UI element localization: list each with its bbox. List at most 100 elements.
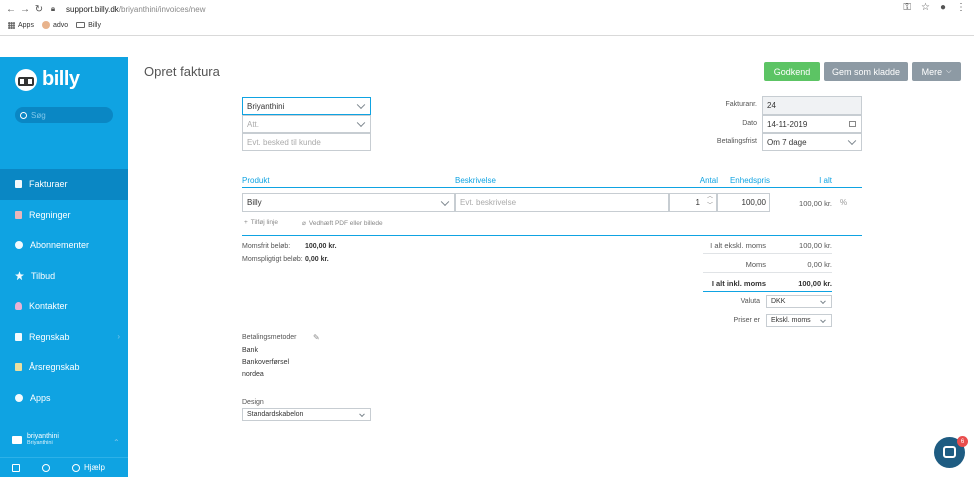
qty-stepper[interactable]: ︿ ﹀ (704, 193, 716, 212)
avatar-icon (41, 21, 50, 29)
back-icon[interactable]: ← (4, 4, 18, 15)
url-path: /briyanthini/invoices/new (118, 4, 206, 14)
col-qty: Antal (699, 176, 718, 185)
more-button[interactable]: Mere ⌵ (912, 62, 961, 81)
sidebar-item-tilbud[interactable]: Tilbud (0, 261, 128, 292)
sidebar-item-label: Apps (30, 392, 51, 403)
key-icon[interactable]: ⚿ (903, 2, 911, 13)
organization-icon (12, 435, 22, 444)
vat-free-value: 100,00 kr. (305, 243, 337, 250)
add-line-link[interactable]: + Tilføj linje (244, 219, 278, 226)
design-label: Design (242, 399, 264, 406)
col-unit-price: Enhedspris (729, 176, 770, 185)
prices-value: Ekskl. moms (771, 317, 811, 324)
bill-icon (15, 210, 22, 219)
discount-button[interactable]: % (840, 198, 847, 207)
sidebar: billy Søg Fakturaer Regninger Abonnement… (0, 57, 128, 477)
sidebar-item-abonnementer[interactable]: Abonnementer (0, 230, 128, 261)
payment-method-item: nordea (242, 371, 264, 378)
sidebar-item-label: Fakturaer (29, 179, 68, 190)
calendar-icon[interactable] (849, 121, 856, 127)
user-org: Briyanthini (27, 440, 53, 446)
currency-value: DKK (771, 298, 786, 305)
user-switcher[interactable]: briyanthini Briyanthini (12, 433, 59, 446)
star-icon[interactable]: ☆ (921, 2, 930, 13)
approve-button[interactable]: Godkend (764, 62, 820, 81)
description-field[interactable]: Evt. beskrivelse (455, 193, 669, 212)
contact-icon (15, 302, 22, 311)
att-placeholder: Att. (247, 119, 260, 129)
edit-icon[interactable]: ✎ (313, 333, 320, 342)
search-icon (20, 111, 27, 119)
currency-select[interactable]: DKK (766, 295, 832, 308)
bookmark-advo[interactable]: advo (41, 21, 68, 29)
sidebar-item-label: Årsregnskab (29, 362, 80, 373)
terms-select[interactable]: Om 7 dage (762, 133, 862, 151)
bookmark-apps[interactable]: Apps (8, 21, 34, 29)
prices-label: Priser er (733, 317, 760, 324)
customer-select[interactable]: Briyanthini (242, 97, 371, 115)
sidebar-item-regninger[interactable]: Regninger (0, 200, 128, 231)
stepper-down-icon[interactable]: ﹀ (704, 202, 716, 211)
search-input[interactable]: Søg (15, 107, 113, 123)
sidebar-item-label: Regninger (29, 209, 71, 220)
date-field[interactable]: 14-11-2019 (762, 115, 862, 133)
invoice-no-field[interactable]: 24 (762, 96, 862, 115)
help-link[interactable]: Hjælp (84, 463, 105, 472)
bookmark-billy[interactable]: Billy (76, 22, 101, 29)
excl-label: I alt ekskl. moms (710, 241, 766, 250)
globe-icon (15, 241, 23, 250)
stepper-up-icon[interactable]: ︿ (704, 193, 716, 202)
chevron-down-icon (847, 136, 857, 146)
message-field[interactable]: Evt. besked til kunde (242, 133, 371, 151)
attach-link[interactable]: ⌀ Vedhæft PDF eller billede (302, 219, 383, 228)
sidebar-item-regnskab[interactable]: Regnskab › (0, 322, 128, 353)
sidebar-item-aarsregnskab[interactable]: Årsregnskab (0, 352, 128, 383)
logout-icon[interactable] (12, 463, 20, 472)
product-value: Billy (247, 198, 262, 207)
customer-value: Briyanthini (247, 101, 285, 111)
chevron-down-icon (820, 316, 826, 323)
lock-icon: 🔒︎ (50, 4, 56, 13)
billy-logo[interactable]: billy (15, 68, 80, 91)
header-divider (242, 187, 862, 188)
billy-face-icon (15, 68, 37, 91)
att-select[interactable]: Att. (242, 115, 371, 133)
sidebar-item-apps[interactable]: Apps (0, 383, 128, 414)
design-select[interactable]: Standardskabelon (242, 408, 371, 421)
account-icon[interactable]: ● (940, 2, 946, 13)
help-icon (72, 463, 80, 472)
chevron-down-icon (356, 118, 366, 128)
paperclip-icon: ⌀ (302, 220, 306, 227)
settings-icon[interactable] (42, 463, 50, 472)
annual-report-icon (15, 363, 22, 372)
reload-icon[interactable]: ↻ (32, 4, 46, 15)
attach-label: Vedhæft PDF eller billede (308, 219, 383, 227)
sidebar-item-kontakter[interactable]: Kontakter (0, 291, 128, 322)
terms-value: Om 7 dage (767, 137, 807, 147)
col-description: Beskrivelse (455, 176, 496, 185)
user-name: briyanthini (27, 433, 59, 440)
unit-price-field[interactable]: 100,00 (717, 193, 770, 212)
address-bar[interactable]: support.billy.dk/briyanthini/invoices/ne… (66, 5, 205, 14)
sidebar-item-label: Tilbud (31, 270, 56, 281)
save-draft-button[interactable]: Gem som kladde (824, 62, 908, 81)
forward-icon[interactable]: → (18, 4, 32, 15)
more-label: Mere (921, 66, 943, 77)
folder-icon (76, 22, 86, 28)
message-placeholder: Evt. besked til kunde (247, 137, 321, 147)
plus-icon: + (244, 219, 248, 226)
search-placeholder: Søg (31, 110, 46, 120)
menu-icon[interactable]: ⋮ (956, 2, 966, 13)
chevron-down-icon: ⌵ (946, 67, 952, 75)
chevron-right-icon: › (117, 332, 120, 342)
sidebar-item-fakturaer[interactable]: Fakturaer (0, 169, 128, 200)
url-host: support.billy.dk (66, 4, 119, 14)
lines-divider (242, 235, 862, 236)
prices-select[interactable]: Ekskl. moms (766, 314, 832, 327)
excl-value: 100,00 kr. (799, 241, 832, 250)
chevron-up-icon[interactable]: ⌃ (113, 438, 120, 447)
product-select[interactable]: Billy (242, 193, 455, 212)
page-title: Opret faktura (144, 64, 220, 79)
vat-liable-value: 0,00 kr. (305, 256, 329, 263)
